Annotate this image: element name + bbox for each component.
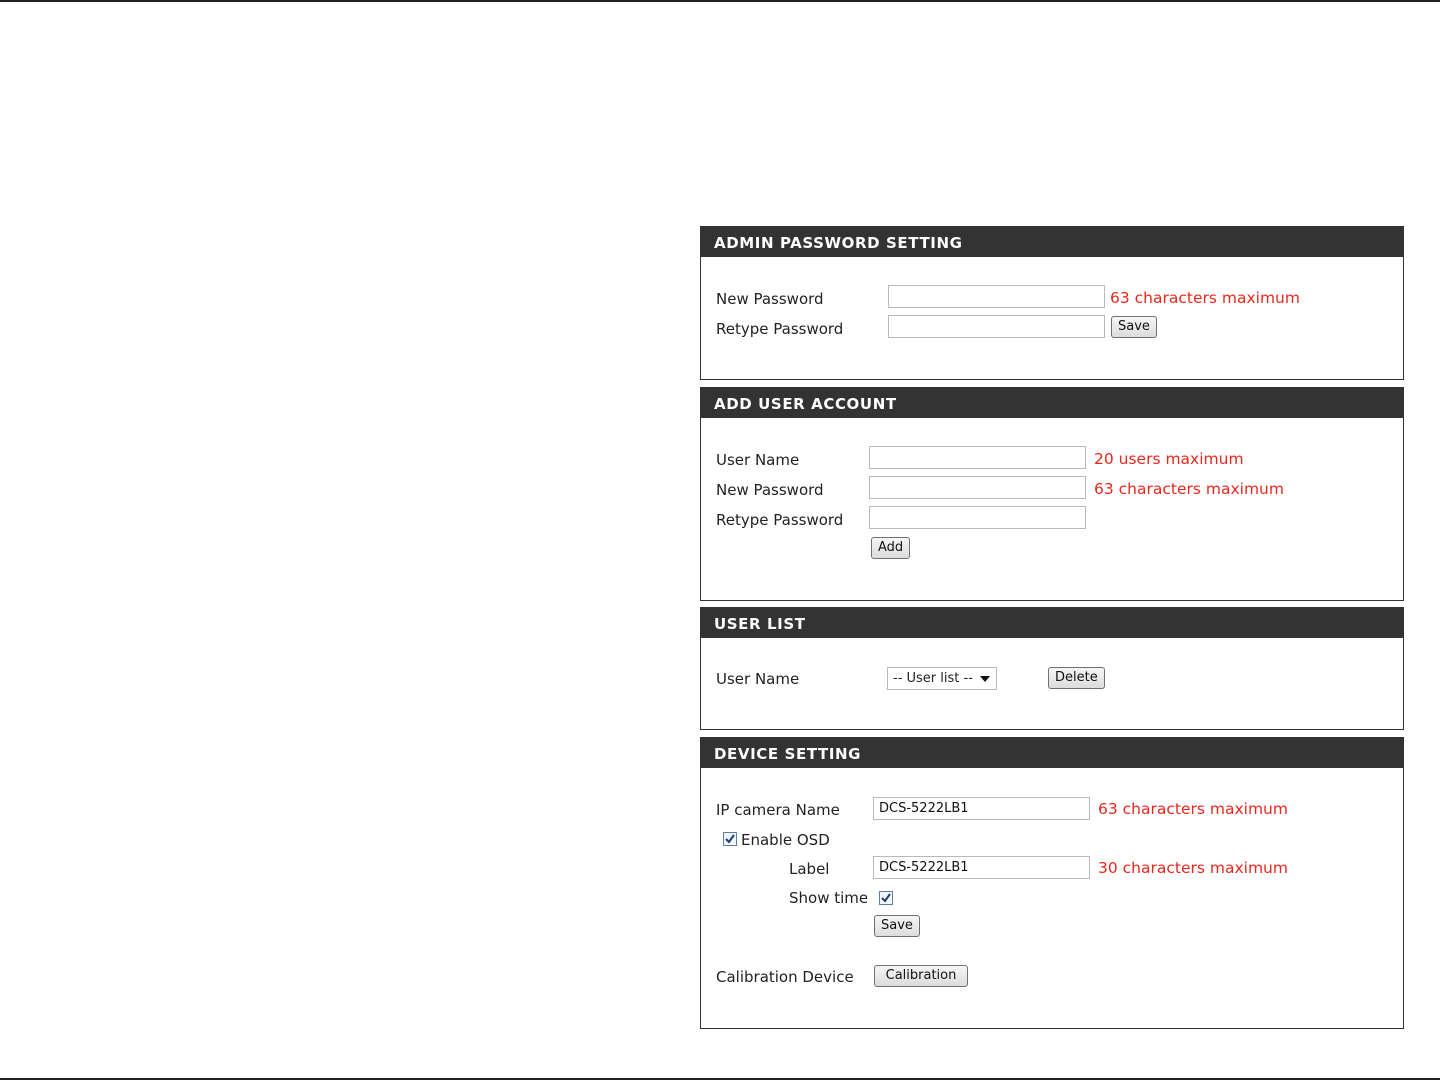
user-password-hint: 63 characters maximum bbox=[1094, 480, 1284, 498]
user-list-panel: USER LIST User Name -- User list -- Dele… bbox=[700, 607, 1404, 730]
user-list-select[interactable]: -- User list -- bbox=[887, 667, 997, 690]
chevron-down-icon bbox=[980, 676, 990, 682]
enable-osd-checkbox[interactable] bbox=[723, 832, 737, 846]
panel-title: ADD USER ACCOUNT bbox=[701, 388, 1403, 418]
panel-title: ADMIN PASSWORD SETTING bbox=[701, 227, 1403, 257]
add-user-panel: ADD USER ACCOUNT User Name 20 users maxi… bbox=[700, 387, 1404, 601]
user-name-label: User Name bbox=[716, 451, 800, 469]
camera-name-label: IP camera Name bbox=[716, 801, 840, 819]
retype-password-label: Retype Password bbox=[716, 320, 844, 338]
user-name-label: User Name bbox=[716, 670, 800, 688]
top-rule bbox=[0, 0, 1440, 2]
new-password-hint: 63 characters maximum bbox=[1110, 289, 1300, 307]
admin-retype-password-input[interactable] bbox=[888, 315, 1105, 338]
new-password-label: New Password bbox=[716, 481, 824, 499]
user-new-password-input[interactable] bbox=[869, 476, 1086, 499]
admin-save-button[interactable]: Save bbox=[1111, 316, 1157, 338]
admin-password-panel: ADMIN PASSWORD SETTING New Password 63 c… bbox=[700, 226, 1404, 380]
user-name-hint: 20 users maximum bbox=[1094, 450, 1244, 468]
user-name-input[interactable] bbox=[869, 446, 1086, 469]
osd-label-hint: 30 characters maximum bbox=[1098, 859, 1288, 877]
osd-label-input[interactable] bbox=[873, 856, 1090, 879]
panel-title: USER LIST bbox=[701, 608, 1403, 638]
show-time-label: Show time bbox=[789, 889, 869, 907]
user-list-select-value: -- User list -- bbox=[893, 671, 973, 686]
panel-title: DEVICE SETTING bbox=[701, 738, 1403, 768]
bottom-rule bbox=[0, 1078, 1440, 1080]
osd-label-label: Label bbox=[789, 860, 830, 878]
add-user-button[interactable]: Add bbox=[871, 537, 911, 559]
calibration-button[interactable]: Calibration bbox=[874, 965, 968, 987]
camera-name-hint: 63 characters maximum bbox=[1098, 800, 1288, 818]
check-icon bbox=[725, 834, 735, 844]
new-password-label: New Password bbox=[716, 290, 824, 308]
device-setting-panel: DEVICE SETTING IP camera Name 63 charact… bbox=[700, 737, 1404, 1029]
user-retype-password-input[interactable] bbox=[869, 506, 1086, 529]
admin-new-password-input[interactable] bbox=[888, 285, 1105, 308]
camera-name-input[interactable] bbox=[873, 797, 1090, 820]
enable-osd-label: Enable OSD bbox=[741, 831, 830, 849]
delete-user-button[interactable]: Delete bbox=[1048, 667, 1105, 689]
show-time-checkbox[interactable] bbox=[879, 891, 893, 905]
device-save-button[interactable]: Save bbox=[874, 915, 920, 937]
check-icon bbox=[881, 893, 891, 903]
calibration-device-label: Calibration Device bbox=[716, 968, 854, 986]
retype-password-label: Retype Password bbox=[716, 511, 844, 529]
